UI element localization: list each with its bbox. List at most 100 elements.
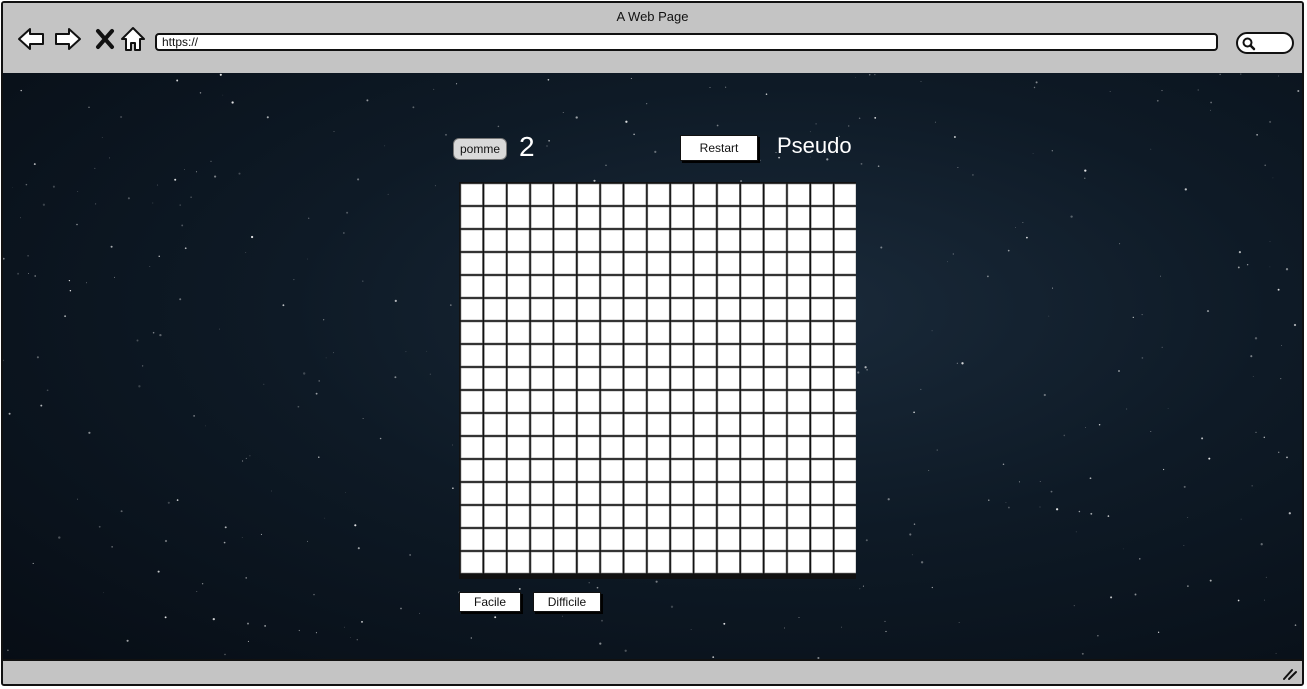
star xyxy=(1240,73,1242,75)
stop-button[interactable] xyxy=(91,25,119,53)
star xyxy=(426,350,428,352)
star xyxy=(167,501,170,504)
star xyxy=(958,622,960,624)
grid-cell xyxy=(530,321,553,344)
grid-cell xyxy=(694,275,717,298)
star xyxy=(149,266,151,267)
grid-cell xyxy=(810,229,833,252)
star xyxy=(98,525,101,528)
grid-cell xyxy=(460,229,483,252)
grid-cell xyxy=(810,321,833,344)
star xyxy=(110,245,113,248)
grid-cell xyxy=(554,505,577,528)
star xyxy=(219,73,222,76)
star xyxy=(547,78,550,81)
grid-cell xyxy=(484,505,507,528)
star xyxy=(25,183,28,186)
grid-cell xyxy=(530,206,553,229)
star xyxy=(1293,323,1297,327)
grid-cell xyxy=(460,459,483,482)
grid-cell xyxy=(460,206,483,229)
star xyxy=(52,185,55,188)
game-board[interactable] xyxy=(459,182,856,579)
star xyxy=(655,580,658,583)
star xyxy=(1048,315,1050,317)
star xyxy=(199,92,202,94)
star xyxy=(624,649,627,652)
star xyxy=(858,117,861,119)
star xyxy=(346,211,349,214)
star xyxy=(307,540,308,542)
star xyxy=(241,536,243,538)
url-input[interactable]: https:// xyxy=(155,33,1218,51)
star xyxy=(434,185,436,187)
star xyxy=(633,133,635,136)
search-field[interactable] xyxy=(1236,32,1294,54)
grid-cell xyxy=(530,344,553,367)
grid-cell xyxy=(764,390,787,413)
star xyxy=(303,372,306,375)
star xyxy=(1297,89,1300,93)
grid-cell xyxy=(530,229,553,252)
grid-cell xyxy=(600,298,623,321)
star xyxy=(1156,99,1159,102)
star xyxy=(412,106,415,109)
grid-cell xyxy=(670,229,693,252)
grid-cell xyxy=(740,436,763,459)
star xyxy=(343,232,345,234)
grid-cell xyxy=(624,482,647,505)
grid-cell xyxy=(647,551,670,574)
star xyxy=(343,626,345,628)
star xyxy=(293,279,295,281)
forward-button[interactable] xyxy=(54,25,82,53)
grid-cell xyxy=(787,321,810,344)
grid-cell xyxy=(577,321,600,344)
grid-cell xyxy=(764,505,787,528)
grid-cell xyxy=(740,344,763,367)
star xyxy=(709,87,711,88)
star xyxy=(1246,264,1249,266)
easy-mode-button[interactable]: Facile xyxy=(459,592,521,612)
grid-cell xyxy=(740,229,763,252)
grid-cell xyxy=(647,482,670,505)
page-content: pomme 2 Restart Pseudo Facile Difficile xyxy=(3,73,1302,663)
resize-grip-icon[interactable] xyxy=(1282,667,1298,681)
browser-titlebar: A Web Page https:// xyxy=(3,3,1302,75)
grid-cell xyxy=(507,390,530,413)
star xyxy=(164,616,167,619)
grid-cell xyxy=(787,183,810,206)
grid-cell xyxy=(670,298,693,321)
grid-cell xyxy=(460,482,483,505)
grid-cell xyxy=(530,367,553,390)
grid-cell xyxy=(740,528,763,551)
star xyxy=(548,139,550,142)
grid-cell xyxy=(694,551,717,574)
grid-cell xyxy=(834,459,856,482)
star xyxy=(384,145,386,147)
grid-cell xyxy=(810,252,833,275)
grid-cell xyxy=(460,413,483,436)
star xyxy=(40,404,43,407)
star xyxy=(3,257,5,260)
star xyxy=(1184,188,1187,191)
grid-cell xyxy=(694,252,717,275)
star xyxy=(282,304,285,307)
star xyxy=(961,362,964,365)
star xyxy=(1085,427,1086,428)
grid-cell xyxy=(647,275,670,298)
back-button[interactable] xyxy=(17,25,45,53)
grid-cell xyxy=(507,206,530,229)
star xyxy=(1022,221,1024,223)
home-button[interactable] xyxy=(119,25,147,53)
star xyxy=(1073,605,1075,607)
star xyxy=(1162,468,1165,471)
star xyxy=(1150,431,1152,432)
restart-button[interactable]: Restart xyxy=(680,135,758,161)
grid-cell xyxy=(460,321,483,344)
grid-cell xyxy=(530,459,553,482)
hard-mode-button[interactable]: Difficile xyxy=(533,592,601,612)
star xyxy=(8,412,11,415)
star xyxy=(42,203,46,206)
star xyxy=(712,656,715,658)
grid-cell xyxy=(484,252,507,275)
